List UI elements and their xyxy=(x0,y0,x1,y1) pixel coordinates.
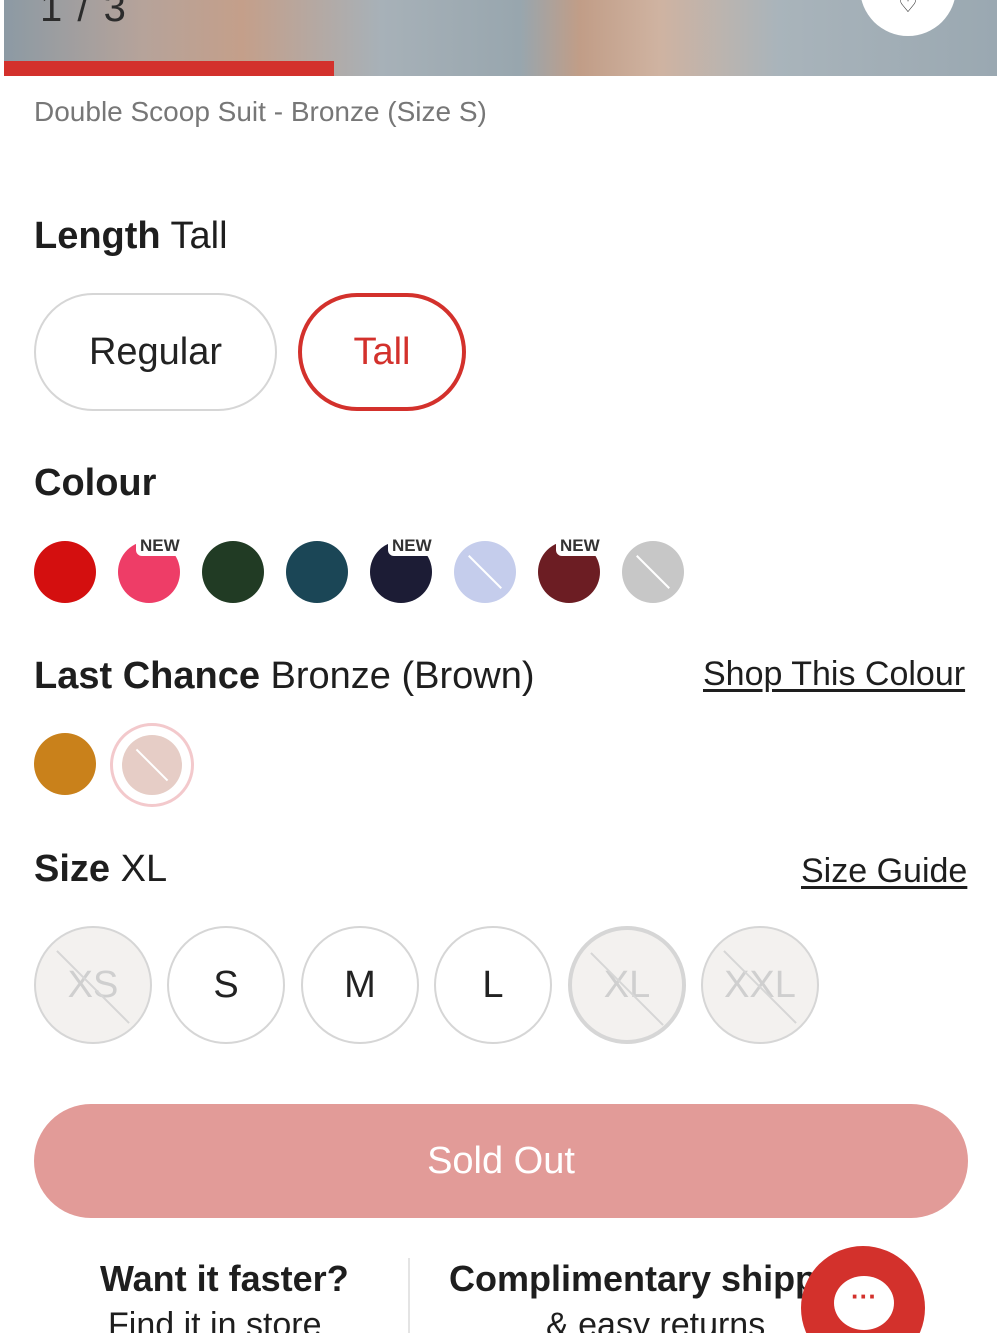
image-counter: 1 / 3 xyxy=(40,0,128,30)
new-badge: NEW xyxy=(388,536,436,556)
colour-swatch-bronze[interactable] xyxy=(34,733,96,795)
find-in-store-link[interactable]: Find it in store xyxy=(108,1306,322,1333)
chat-icon: ··· xyxy=(834,1276,894,1330)
size-option-xxl[interactable]: XXL xyxy=(701,926,819,1044)
new-badge: NEW xyxy=(136,536,184,556)
length-value: Tall xyxy=(170,215,228,257)
length-option-regular[interactable]: Regular xyxy=(34,293,277,411)
carousel-progress-bar xyxy=(4,61,334,76)
info-divider xyxy=(408,1258,410,1333)
want-it-faster-title: Want it faster? xyxy=(100,1258,349,1299)
product-name: Double Scoop Suit - Bronze (Size S) xyxy=(34,96,487,127)
size-option-l[interactable]: L xyxy=(434,926,552,1044)
page: 1 / 3 ♡ Double Scoop Suit - Bronze (Size… xyxy=(4,0,997,1333)
size-guide-link[interactable]: Size Guide xyxy=(801,852,967,891)
last-chance-value: Bronze (Brown) xyxy=(270,655,535,697)
heart-icon: ♡ xyxy=(898,0,918,17)
last-chance-heading: Last Chance Bronze (Brown) xyxy=(34,655,535,698)
length-heading: Length Tall xyxy=(34,215,228,258)
last-chance-label: Last Chance xyxy=(34,655,260,697)
size-heading: Size XL xyxy=(34,848,167,891)
size-option-m[interactable]: M xyxy=(301,926,419,1044)
length-option-tall[interactable]: Tall xyxy=(298,293,466,411)
favorite-button[interactable]: ♡ xyxy=(860,0,956,36)
size-label: Size xyxy=(34,848,111,890)
colour-swatch-grey-soldout[interactable] xyxy=(622,541,684,603)
colour-swatch-blush-soldout[interactable] xyxy=(122,735,182,795)
product-image-carousel[interactable]: 1 / 3 ♡ xyxy=(4,0,997,76)
sold-out-button[interactable]: Sold Out xyxy=(34,1104,968,1218)
colour-heading: Colour xyxy=(34,462,156,505)
shop-this-colour-link[interactable]: Shop This Colour xyxy=(703,655,965,694)
colour-swatch-red[interactable] xyxy=(34,541,96,603)
length-label: Length xyxy=(34,215,161,257)
size-option-xl[interactable]: XL xyxy=(568,926,686,1044)
colour-swatch-teal[interactable] xyxy=(286,541,348,603)
colour-swatch-green[interactable] xyxy=(202,541,264,603)
size-option-s[interactable]: S xyxy=(167,926,285,1044)
colour-swatch-lavender-soldout[interactable] xyxy=(454,541,516,603)
size-option-xs[interactable]: XS xyxy=(34,926,152,1044)
easy-returns-text: & easy returns xyxy=(546,1306,766,1333)
size-value: XL xyxy=(120,848,168,890)
new-badge: NEW xyxy=(556,536,604,556)
colour-label: Colour xyxy=(34,462,157,504)
